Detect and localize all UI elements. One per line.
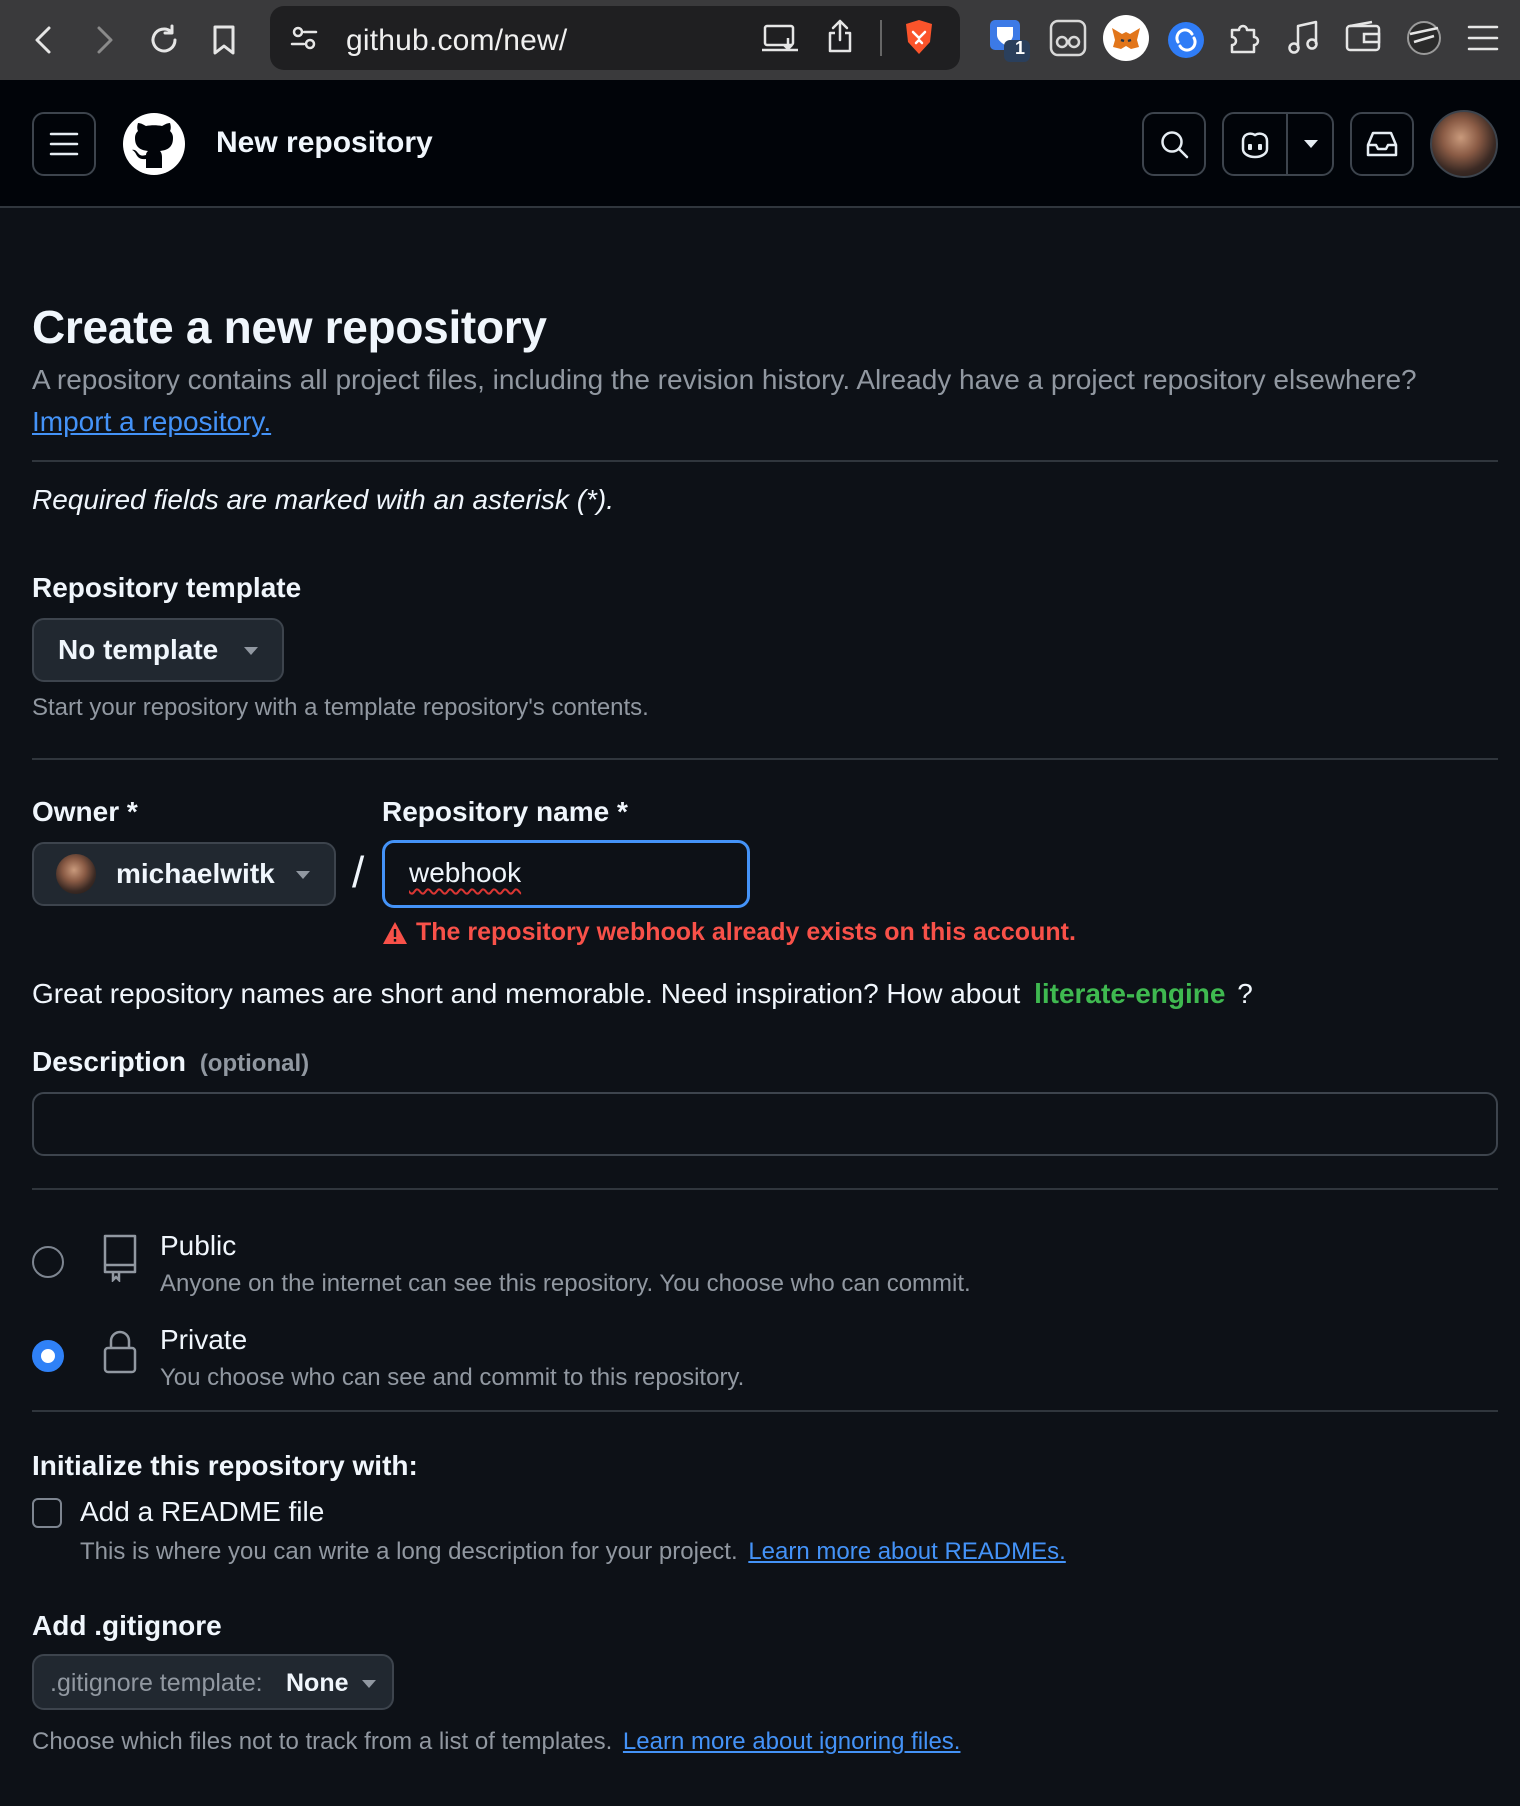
github-logo-icon[interactable]	[122, 112, 186, 181]
search-button[interactable]	[1142, 112, 1206, 176]
divider	[32, 1410, 1498, 1412]
divider	[880, 20, 882, 56]
owner-dropdown[interactable]: michaelwitk	[32, 842, 336, 906]
repo-public-icon	[100, 1232, 140, 1287]
gitignore-help: Choose which files not to track from a l…	[32, 1728, 960, 1756]
readme-help: This is where you can write a long descr…	[80, 1538, 1066, 1566]
reload-icon[interactable]	[142, 18, 186, 62]
owner-repo-separator: /	[352, 848, 365, 897]
add-readme-checkbox[interactable]	[32, 1498, 62, 1528]
repo-name-error-text: The repository webhook already exists on…	[416, 918, 1076, 946]
repo-name-label: Repository name *	[382, 796, 628, 827]
lock-icon	[100, 1328, 140, 1383]
owner-value: michaelwitk	[116, 858, 275, 889]
visibility-private-title[interactable]: Private	[160, 1324, 247, 1356]
visibility-public-radio[interactable]	[32, 1246, 64, 1278]
sync-extension-icon[interactable]	[1166, 20, 1206, 65]
site-settings-icon[interactable]	[288, 22, 320, 59]
chevron-down-icon	[362, 1680, 376, 1688]
forward-icon[interactable]	[82, 18, 126, 62]
divider	[32, 758, 1498, 760]
suggestion-text: Great repository names are short and mem…	[32, 978, 1021, 1009]
suggested-name-link[interactable]: literate-engine	[1034, 978, 1225, 1009]
required-note: Required fields are marked with an aster…	[32, 484, 615, 515]
bitwarden-extension-icon[interactable]: 1	[988, 18, 1032, 69]
alert-icon	[383, 921, 407, 944]
owner-label: Owner *	[32, 796, 138, 827]
page-context-title[interactable]: New repository	[216, 126, 433, 160]
visibility-public-title[interactable]: Public	[160, 1230, 236, 1262]
suggestion-suffix: ?	[1237, 978, 1253, 1009]
gitignore-label: Add .gitignore	[32, 1610, 222, 1641]
repo-name-input[interactable]: webhook	[382, 840, 750, 908]
template-dropdown[interactable]: No template	[32, 618, 284, 682]
name-suggestion: Great repository names are short and mem…	[32, 978, 1253, 1010]
description-label-text: Description	[32, 1046, 187, 1077]
back-icon[interactable]	[22, 18, 66, 62]
gitignore-help-text: Choose which files not to track from a l…	[32, 1728, 613, 1755]
reader-extension-icon[interactable]	[1048, 18, 1088, 63]
visibility-private-radio[interactable]	[32, 1340, 64, 1372]
gitignore-value: None	[286, 1669, 349, 1697]
brave-shields-icon[interactable]	[902, 18, 936, 61]
vpn-extension-icon[interactable]	[1404, 18, 1444, 63]
extensions-puzzle-icon[interactable]	[1224, 18, 1264, 63]
address-bar[interactable]: github.com/new/	[270, 6, 960, 70]
template-help: Start your repository with a template re…	[32, 694, 649, 721]
search-icon	[1161, 131, 1189, 159]
cast-icon[interactable]	[762, 22, 798, 59]
description-label: Description (optional)	[32, 1046, 309, 1078]
repo-name-error: The repository webhook already exists on…	[382, 918, 1076, 947]
bookmark-icon[interactable]	[202, 18, 246, 62]
page-lead: A repository contains all project files,…	[32, 364, 1417, 395]
init-heading: Initialize this repository with:	[32, 1450, 418, 1481]
visibility-public-desc: Anyone on the internet can see this repo…	[160, 1270, 971, 1297]
visibility-private-desc: You choose who can see and commit to thi…	[160, 1364, 745, 1391]
learn-gitignore-link[interactable]: Learn more about ignoring files.	[623, 1728, 961, 1755]
gitignore-dropdown[interactable]: .gitignore template: None	[32, 1654, 394, 1710]
chevron-down-icon[interactable]	[1304, 140, 1318, 148]
browser-menu-icon[interactable]	[1466, 22, 1500, 59]
browser-toolbar: github.com/new/ 1	[0, 0, 1520, 80]
inbox-icon	[1366, 131, 1398, 157]
share-icon[interactable]	[826, 18, 854, 59]
gitignore-prefix: .gitignore template:	[50, 1669, 263, 1697]
template-label: Repository template	[32, 572, 302, 603]
owner-avatar	[56, 854, 96, 894]
copilot-icon	[1241, 132, 1269, 159]
hamburger-icon	[49, 132, 79, 156]
chevron-down-icon	[244, 647, 258, 655]
nav-menu-button[interactable]	[32, 112, 96, 176]
description-input[interactable]	[32, 1092, 1498, 1156]
page-title: Create a new repository	[32, 301, 547, 353]
url-text[interactable]: github.com/new/	[346, 24, 567, 58]
add-readme-label[interactable]: Add a README file	[80, 1496, 324, 1528]
user-avatar[interactable]	[1430, 110, 1498, 178]
github-header: New repository	[0, 80, 1520, 208]
import-repository-link[interactable]: Import a repository.	[32, 406, 271, 438]
copilot-button[interactable]	[1222, 112, 1334, 176]
optional-tag: (optional)	[199, 1050, 310, 1077]
divider	[32, 460, 1498, 462]
copilot-divider	[1286, 114, 1288, 174]
readme-help-text: This is where you can write a long descr…	[80, 1538, 738, 1565]
media-music-icon[interactable]	[1284, 18, 1324, 63]
inbox-button[interactable]	[1350, 112, 1414, 176]
extension-badge: 1	[1015, 38, 1026, 58]
divider	[32, 1188, 1498, 1190]
wallet-icon[interactable]	[1344, 20, 1384, 61]
metamask-extension-icon[interactable]	[1102, 14, 1150, 67]
learn-readmes-link[interactable]: Learn more about READMEs.	[748, 1538, 1065, 1565]
repo-name-value[interactable]: webhook	[409, 857, 521, 889]
chevron-down-icon	[296, 871, 310, 879]
template-value: No template	[58, 634, 219, 665]
